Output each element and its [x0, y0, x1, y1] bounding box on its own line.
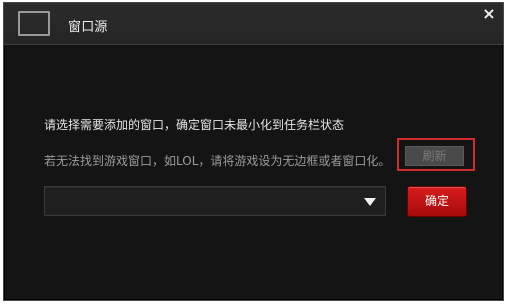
- chevron-down-icon: [364, 198, 376, 206]
- dialog-content: 请选择需要添加的窗口，确定窗口未最小化到任务栏状态 若无法找到游戏窗口，如LOL…: [4, 46, 503, 300]
- instruction-text: 请选择需要添加的窗口，确定窗口未最小化到任务栏状态: [44, 118, 345, 132]
- window-icon: [18, 11, 50, 36]
- close-button[interactable]: ×: [481, 6, 497, 22]
- dialog-titlebar: 窗口源 ×: [4, 3, 503, 45]
- hint-text: 若无法找到游戏窗口，如LOL，请将游戏设为无边框或者窗口化。: [44, 154, 391, 168]
- confirm-button[interactable]: 确定: [407, 186, 467, 217]
- close-icon: ×: [482, 4, 496, 23]
- window-source-dialog: 窗口源 × 请选择需要添加的窗口，确定窗口未最小化到任务栏状态 若无法找到游戏窗…: [3, 2, 504, 301]
- dialog-title: 窗口源: [68, 20, 108, 35]
- refresh-button[interactable]: 刷新: [405, 146, 464, 166]
- window-source-select[interactable]: [44, 186, 386, 216]
